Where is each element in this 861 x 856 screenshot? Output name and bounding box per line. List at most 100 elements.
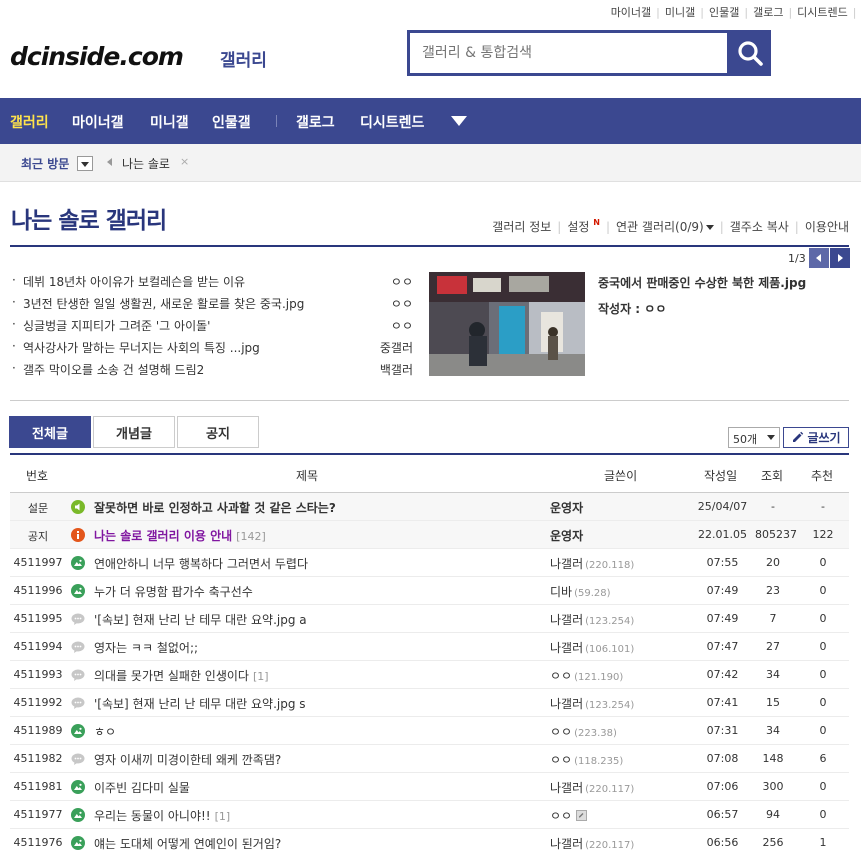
post-number: 4511996	[13, 584, 63, 597]
nav-gallery[interactable]: 갤러리	[10, 112, 49, 132]
post-title[interactable]: 나는 솔로 갤러리 이용 안내 [142]	[94, 527, 266, 544]
tab-notice[interactable]: 공지	[177, 416, 259, 448]
table-row[interactable]: 4511981 이주빈 김다미 실물 나갤러 (220.117) 07:06 300 0	[10, 773, 849, 801]
table-row[interactable]: 4511995 '[속보] 현재 난리 난 테무 대란 요약.jpg a 나갤러 (1…	[10, 605, 849, 633]
col-rec[interactable]: 추천	[811, 467, 833, 484]
post-title[interactable]: 잘못하면 바로 인정하고 사과할 것 같은 스타는?	[94, 499, 336, 516]
post-title[interactable]: 이주빈 김다미 실물	[94, 779, 190, 796]
comment-count[interactable]: [142]	[236, 530, 266, 543]
gallery-info-link[interactable]: 갤러리 정보	[492, 220, 551, 234]
chevron-down-icon[interactable]	[705, 225, 714, 230]
notice-row[interactable]: 공지 나는 솔로 갤러리 이용 안내 [142] 운영자 22.01.05 805237 1…	[10, 521, 849, 549]
concept-item-writer: 중갤러	[379, 341, 413, 355]
related-gallery-link[interactable]: 연관 갤러리(0/9)	[616, 220, 704, 234]
nav-minor-gallery[interactable]: 마이너갤	[72, 112, 124, 132]
post-list: 설문 잘못하면 바로 인정하고 사과할 것 같은 스타는? 운영자 25/04/07 -…	[10, 493, 849, 856]
post-date: 07:47	[706, 640, 739, 653]
post-title[interactable]: 얘는 도대체 어떻게 연예인이 된거임?	[94, 835, 281, 852]
recent-close-icon[interactable]: ×	[180, 155, 189, 168]
writer-nick: ㅇㅇ	[550, 809, 573, 823]
search-button[interactable]	[729, 30, 771, 76]
recent-dropdown-icon[interactable]	[77, 156, 93, 171]
concept-item-writer: 백갤러	[379, 363, 413, 377]
concept-item-writer: ㅇㅇ	[390, 275, 413, 289]
post-number: 4511981	[13, 780, 63, 793]
table-row[interactable]: 4511982 영자 이새끼 미경이한테 왜케 깐족댐? ㅇㅇ (118.235) 07…	[10, 745, 849, 773]
gallery-settings-link[interactable]: 설정	[567, 220, 589, 234]
bullet-icon: ·	[12, 273, 16, 287]
post-date: 07:06	[706, 780, 739, 793]
nav-person-gallery[interactable]: 인물갤	[212, 112, 251, 132]
nav-more-icon[interactable]	[451, 116, 467, 126]
tab-all-posts[interactable]: 전체글	[9, 416, 91, 448]
gallery-title[interactable]: 나는 솔로 갤러리	[11, 201, 167, 235]
post-title[interactable]: '[속보] 현재 난리 난 테무 대란 요약.jpg s	[94, 695, 306, 712]
top-link[interactable]: 미니갤	[665, 6, 695, 19]
site-logo[interactable]: dcinside.com	[10, 42, 184, 71]
concept-item[interactable]: · 싱글벙글 지피티가 그려준 '그 아이돌' ㅇㅇ	[10, 314, 415, 336]
nav-dcitrend[interactable]: 디시트렌드	[360, 112, 424, 132]
table-row[interactable]: 4511989 ㅎㅇ ㅇㅇ (223.38) 07:31 34 0	[10, 717, 849, 745]
table-row[interactable]: 4511977 우리는 동물이 아니야!! [1] ㅇㅇ 06:57 94 0	[10, 801, 849, 829]
top-link-divider: |	[788, 6, 793, 19]
post-date: 22.01.05	[698, 528, 747, 541]
post-title[interactable]: 연애안하니 너무 행복하다 그러면서 두렵다	[94, 555, 308, 572]
table-row[interactable]: 4511976 얘는 도대체 어떻게 연예인이 된거임? 나갤러 (220.117) 0…	[10, 829, 849, 856]
concept-item[interactable]: · 데뷔 18년차 아이유가 보컬레슨을 받는 이유 ㅇㅇ	[10, 270, 415, 292]
post-title[interactable]: '[속보] 현재 난리 난 테무 대란 요약.jpg a	[94, 611, 307, 628]
post-title[interactable]: 우리는 동물이 아니야!! [1]	[94, 807, 230, 824]
featured-title[interactable]: 중국에서 판매중인 수상한 북한 제품.jpg	[598, 274, 806, 291]
image-post-icon	[71, 584, 85, 598]
copy-address-link[interactable]: 갤주소 복사	[730, 220, 789, 234]
nav-mini-gallery[interactable]: 미니갤	[150, 112, 189, 132]
search-input[interactable]	[410, 33, 727, 73]
concept-pager-count: 1/3	[788, 252, 806, 265]
post-title-text: 의대를 못가면 실패한 인생이다	[94, 669, 249, 683]
table-row[interactable]: 4511997 연애안하니 너무 행복하다 그러면서 두렵다 나갤러 (220.118…	[10, 549, 849, 577]
nav-gallog[interactable]: 갤로그	[296, 112, 335, 132]
post-title[interactable]: 의대를 못가면 실패한 인생이다 [1]	[94, 667, 269, 684]
table-row[interactable]: 4511996 누가 더 유명함 팝가수 축구선수 디바 (59.28) 07:49 23…	[10, 577, 849, 605]
post-views: 27	[766, 640, 780, 653]
post-title[interactable]: 영자 이새끼 미경이한테 왜케 깐족댐?	[94, 751, 281, 768]
concept-item[interactable]: · 역사강사가 말하는 무너지는 사회의 특징 ...jpg 중갤러	[10, 336, 415, 358]
comment-count[interactable]: [1]	[253, 670, 269, 683]
col-views[interactable]: 조회	[761, 467, 783, 484]
post-title-text: ㅎㅇ	[94, 725, 117, 739]
write-button[interactable]: 글쓰기	[783, 427, 849, 448]
notice-row[interactable]: 설문 잘못하면 바로 인정하고 사과할 것 같은 스타는? 운영자 25/04/07 -…	[10, 493, 849, 521]
table-header: 번호 제목 글쓴이 작성일 조회 추천	[10, 455, 849, 493]
recent-item[interactable]: 나는 솔로	[122, 155, 170, 172]
concept-next-button[interactable]	[830, 248, 850, 268]
table-row[interactable]: 4511993 의대를 못가면 실패한 인생이다 [1] ㅇㅇ (121.190) 07:…	[10, 661, 849, 689]
post-title-text: 누가 더 유명함 팝가수 축구선수	[94, 585, 253, 599]
post-views: 94	[766, 808, 780, 821]
guide-link[interactable]: 이용안내	[805, 220, 849, 234]
table-row[interactable]: 4511994 영자는 ㅋㅋ 철없어;; 나갤러 (106.101) 07:47 27 0	[10, 633, 849, 661]
site-logo-sub[interactable]: 갤러리	[220, 46, 267, 71]
col-date[interactable]: 작성일	[704, 467, 737, 484]
writer-ip: (123.254)	[585, 700, 635, 711]
top-link[interactable]: 마이너갤	[611, 6, 651, 19]
top-link[interactable]: 인물갤	[709, 6, 739, 19]
featured-thumbnail[interactable]	[429, 272, 585, 376]
text-post-icon	[71, 612, 85, 626]
comment-count[interactable]: [1]	[215, 810, 231, 823]
recent-prev-icon[interactable]	[107, 158, 112, 166]
post-title[interactable]: 영자는 ㅋㅋ 철없어;;	[94, 639, 198, 656]
post-number: 4511994	[13, 640, 63, 653]
table-row[interactable]: 4511992 '[속보] 현재 난리 난 테무 대란 요약.jpg s 나갤러 (1…	[10, 689, 849, 717]
concept-prev-button[interactable]	[809, 248, 829, 268]
list-count-select[interactable]: 50개	[728, 427, 780, 448]
tab-concept-posts[interactable]: 개념글	[93, 416, 175, 448]
top-link[interactable]: 갤로그	[753, 6, 783, 19]
concept-item[interactable]: · 3년전 탄생한 일일 생활권, 새로운 활로를 찾은 중국.jpg ㅇㅇ	[10, 292, 415, 314]
post-title[interactable]: 누가 더 유명함 팝가수 축구선수	[94, 583, 253, 600]
top-link[interactable]: 디시트렌드	[797, 6, 848, 19]
writer-nick: 나갤러	[550, 557, 584, 571]
concept-item[interactable]: · 갤주 막이오를 소송 건 설명해 드림2 백갤러	[10, 358, 415, 380]
post-recommend: 0	[819, 584, 827, 597]
post-title[interactable]: ㅎㅇ	[94, 723, 116, 740]
post-views: 20	[766, 556, 780, 569]
survey-icon	[71, 500, 85, 514]
